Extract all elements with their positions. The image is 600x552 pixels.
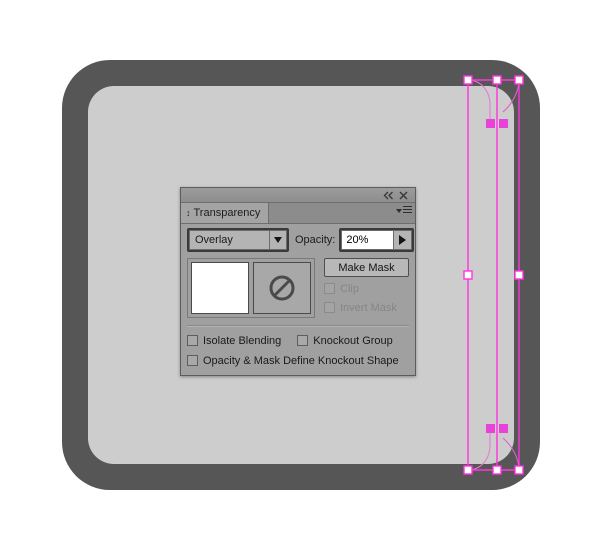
opacity-mask-knockout-checkbox[interactable] [187, 355, 198, 366]
opacity-mask-knockout-label: Opacity & Mask Define Knockout Shape [203, 354, 399, 367]
tab-transparency[interactable]: ↕ Transparency [181, 203, 270, 223]
opacity-input[interactable]: 20% [341, 230, 394, 250]
isolate-blending-label: Isolate Blending [203, 334, 282, 347]
panel-grip-icon: ↕ [186, 207, 191, 218]
opacity-field-group: 20% [341, 230, 413, 250]
knockout-group-row[interactable]: Knockout Group [297, 333, 393, 348]
blend-mode-value: Overlay [195, 234, 233, 246]
isolate-blending-checkbox[interactable] [187, 335, 198, 346]
tab-transparency-label: Transparency [193, 207, 261, 219]
mask-controls: Make Mask Clip Invert Mask [324, 258, 409, 315]
panel-tabstrip: ↕ Transparency [181, 203, 415, 224]
blend-mode-highlight: Overlay [187, 228, 289, 252]
clip-label: Clip [340, 282, 359, 295]
transparency-panel[interactable]: ↕ Transparency Overlay Opacity: 20% Make… [180, 187, 416, 376]
panel-flyout-menu-button[interactable] [396, 206, 412, 215]
panel-flyout-menu-icon [403, 206, 412, 215]
make-mask-button[interactable]: Make Mask [324, 258, 409, 277]
opacity-label: Opacity: [295, 234, 336, 246]
panel-flyout-caret-icon [396, 208, 402, 213]
triangle-right-icon [399, 235, 407, 245]
no-mask-prohibited-icon [269, 275, 295, 301]
blend-mode-select[interactable]: Overlay [189, 230, 287, 250]
double-chevron-left-icon [383, 191, 393, 199]
knockout-group-checkbox[interactable] [297, 335, 309, 346]
blend-options-line-2: Opacity & Mask Define Knockout Shape [187, 353, 409, 368]
panel-titlebar[interactable] [181, 188, 415, 203]
clip-checkbox[interactable] [324, 283, 335, 294]
blend-options-line-1: Isolate Blending Knockout Group [187, 333, 409, 348]
close-icon [399, 190, 408, 200]
knockout-group-label: Knockout Group [313, 334, 393, 347]
invert-mask-checkbox-row[interactable]: Invert Mask [324, 300, 409, 315]
thumbnail-group [187, 258, 315, 318]
opacity-highlight: 20% [339, 228, 415, 252]
mask-thumbnail[interactable] [253, 262, 311, 314]
collapse-to-icons-button[interactable] [381, 189, 396, 202]
panel-body: Overlay Opacity: 20% Make Mask Clip Inve… [181, 224, 415, 375]
opacity-mask-knockout-row[interactable]: Opacity & Mask Define Knockout Shape [187, 353, 399, 368]
invert-mask-label: Invert Mask [340, 301, 397, 314]
blend-options: Isolate Blending Knockout Group Opacity … [187, 333, 409, 368]
chevron-down-icon [274, 237, 282, 243]
artwork-thumbnail[interactable] [191, 262, 249, 314]
blend-and-opacity-row: Overlay Opacity: 20% [187, 228, 415, 252]
close-panel-button[interactable] [396, 189, 411, 202]
invert-mask-checkbox[interactable] [324, 302, 335, 313]
clip-checkbox-row[interactable]: Clip [324, 281, 409, 296]
thumbnails-and-mask-row: Make Mask Clip Invert Mask [187, 258, 409, 318]
panel-separator [187, 325, 409, 327]
isolate-blending-row[interactable]: Isolate Blending [187, 333, 281, 348]
blend-mode-dropdown-button[interactable] [269, 231, 286, 249]
opacity-stepper-button[interactable] [393, 230, 413, 250]
